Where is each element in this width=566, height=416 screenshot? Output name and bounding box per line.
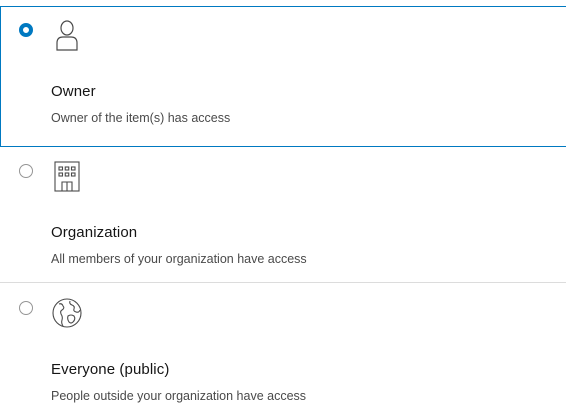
user-icon — [50, 18, 84, 52]
option-title: Organization — [51, 224, 138, 241]
everyone-radio-button[interactable] — [19, 301, 33, 315]
option-description: People outside your organization have ac… — [51, 389, 307, 403]
building-icon — [50, 159, 84, 193]
option-organization[interactable]: Organization All members of your organiz… — [0, 147, 566, 283]
option-title: Everyone (public) — [51, 361, 170, 378]
option-description: Owner of the item(s) has access — [51, 111, 231, 125]
option-owner[interactable]: Owner Owner of the item(s) has access — [0, 6, 566, 147]
organization-radio-button[interactable] — [19, 164, 33, 178]
option-title: Owner — [51, 83, 96, 100]
owner-radio-button[interactable] — [19, 23, 33, 37]
option-everyone[interactable]: Everyone (public) People outside your or… — [0, 284, 566, 416]
option-description: All members of your organization have ac… — [51, 252, 307, 266]
globe-icon — [50, 296, 84, 330]
sharing-level-options: Owner Owner of the item(s) has access Or… — [0, 0, 566, 416]
